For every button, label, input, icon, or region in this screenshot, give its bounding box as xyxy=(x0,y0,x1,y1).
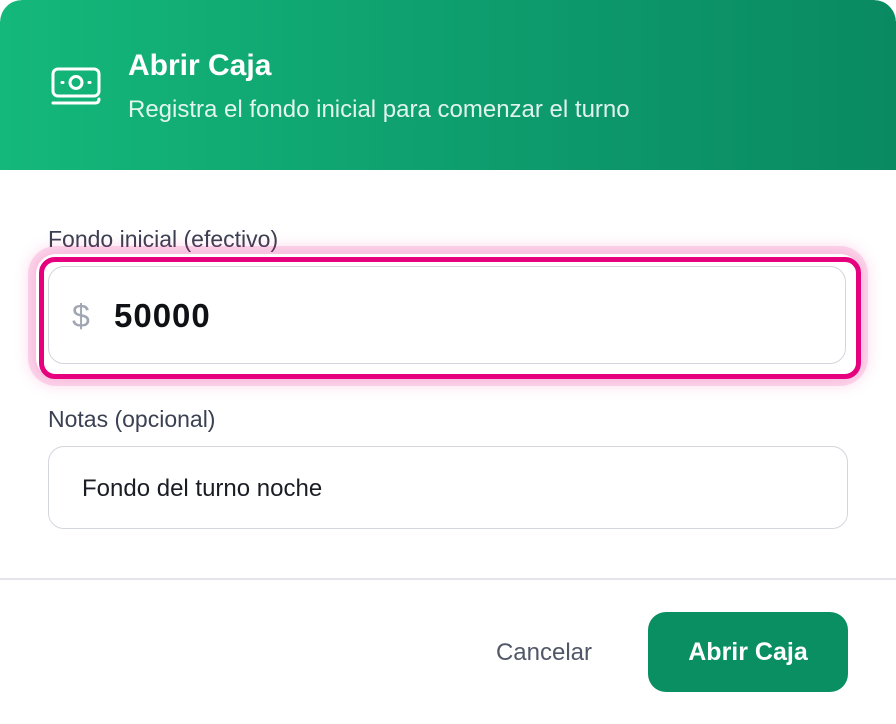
currency-symbol: $ xyxy=(72,298,90,334)
dialog-subtitle: Registra el fondo inicial para comenzar … xyxy=(128,96,630,123)
notes-value[interactable]: Fondo del turno noche xyxy=(82,474,322,504)
cash-icon xyxy=(50,66,104,110)
notes-label: Notas (opcional) xyxy=(48,406,216,432)
initial-fund-value[interactable]: 50000 xyxy=(114,296,211,336)
open-register-dialog: Abrir Caja Registra el fondo inicial par… xyxy=(0,0,896,724)
footer-divider xyxy=(0,578,896,580)
dialog-header: Abrir Caja Registra el fondo inicial par… xyxy=(0,0,896,170)
cancel-button[interactable]: Cancelar xyxy=(470,622,618,684)
initial-fund-label: Fondo inicial (efectivo) xyxy=(48,226,279,252)
dialog-title: Abrir Caja xyxy=(128,49,272,82)
open-register-button[interactable]: Abrir Caja xyxy=(648,612,848,692)
